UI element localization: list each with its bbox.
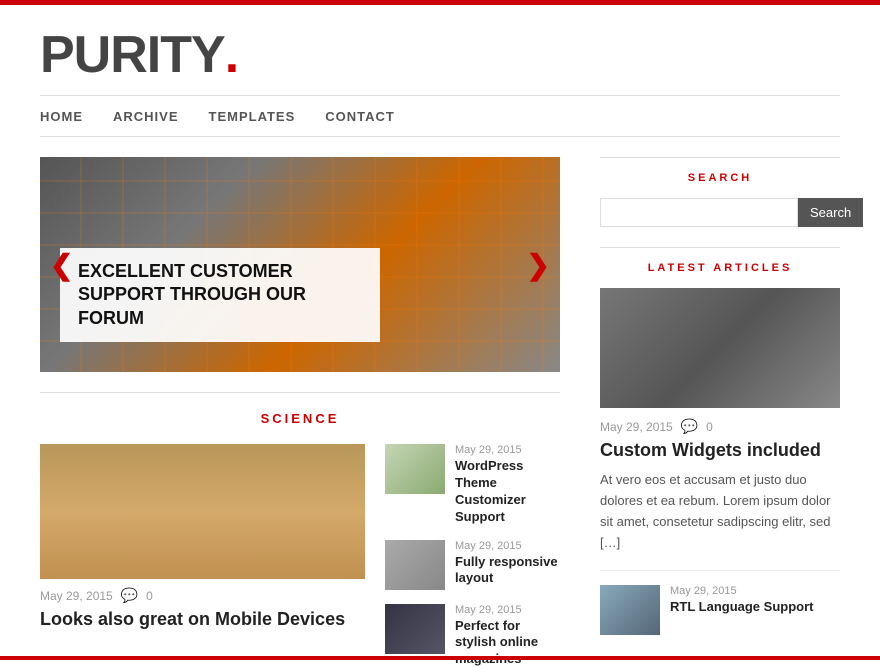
featured-article-image [40, 444, 365, 579]
sidebar-main-article-title[interactable]: Custom Widgets included [600, 439, 840, 462]
search-input[interactable] [600, 198, 798, 227]
search-button[interactable]: Search [798, 198, 863, 227]
list-item: May 29, 2015 Fully responsive layout [385, 540, 560, 590]
sidebar-small-article-title[interactable]: RTL Language Support [670, 599, 840, 616]
list-article-title-0[interactable]: WordPress Theme Customizer Support [455, 458, 560, 526]
sidebar-main-article-excerpt: At vero eos et accusam et justo duo dolo… [600, 470, 840, 553]
list-article-title-1[interactable]: Fully responsive layout [455, 554, 560, 588]
list-item: May 29, 2015 WordPress Theme Customizer … [385, 444, 560, 526]
featured-article-title[interactable]: Looks also great on Mobile Devices [40, 608, 365, 631]
site-header: PURITY. [40, 5, 840, 95]
featured-comment-count: 0 [146, 589, 153, 603]
main-content: EXCELLENT CUSTOMER SUPPORT THROUGH OUR F… [40, 157, 560, 668]
list-article-content-1: May 29, 2015 Fully responsive layout [455, 540, 560, 588]
list-img-bg-0 [385, 444, 445, 494]
articles-grid: May 29, 2015 💬 0 Looks also great on Mob… [40, 444, 560, 668]
nav-templates[interactable]: TEMPLATES [209, 109, 296, 124]
list-img-bg-1 [385, 540, 445, 590]
sidebar-comment-count: 0 [706, 420, 713, 434]
featured-article-date: May 29, 2015 [40, 589, 113, 603]
sidebar-main-article-image [600, 288, 840, 408]
search-section-title: SEARCH [600, 157, 840, 184]
list-article-image-0 [385, 444, 445, 494]
sidebar-small-img-bg [600, 585, 660, 635]
list-article-image-2 [385, 604, 445, 654]
sidebar-comment-icon: 💬 [681, 418, 698, 435]
list-article-title-2[interactable]: Perfect for stylish online magazines [455, 618, 560, 668]
list-article-content-0: May 29, 2015 WordPress Theme Customizer … [455, 444, 560, 526]
search-form: Search [600, 198, 840, 227]
main-nav: HOME ARCHIVE TEMPLATES CONTACT [40, 95, 840, 137]
sidebar-img-background [600, 288, 840, 408]
bottom-red-bar [0, 656, 880, 660]
latest-articles-title: LATEST ARTICLES [600, 247, 840, 274]
sidebar-small-article-image [600, 585, 660, 635]
list-article-date-1: May 29, 2015 [455, 540, 560, 552]
sidebar: SEARCH Search LATEST ARTICLES May 29, 20… [600, 157, 840, 668]
site-title: PURITY [40, 26, 225, 84]
hero-caption-text: EXCELLENT CUSTOMER SUPPORT THROUGH OUR F… [78, 260, 362, 330]
list-article-date-2: May 29, 2015 [455, 604, 560, 616]
list-img-bg-2 [385, 604, 445, 654]
nav-contact[interactable]: CONTACT [325, 109, 395, 124]
comment-bubble-icon: 💬 [121, 587, 138, 604]
featured-img-background [40, 444, 365, 579]
hero-slide: EXCELLENT CUSTOMER SUPPORT THROUGH OUR F… [40, 157, 560, 372]
section-title: SCIENCE [40, 392, 560, 426]
sidebar-main-article-date: May 29, 2015 [600, 420, 673, 434]
slider-next-button[interactable]: ❯ [527, 248, 550, 281]
sidebar-small-article-content: May 29, 2015 RTL Language Support [670, 585, 840, 616]
hero-slider: EXCELLENT CUSTOMER SUPPORT THROUGH OUR F… [40, 157, 560, 372]
content-wrapper: EXCELLENT CUSTOMER SUPPORT THROUGH OUR F… [40, 137, 840, 668]
site-title-dot: . [225, 26, 239, 84]
slider-prev-button[interactable]: ❮ [50, 248, 73, 281]
sidebar-small-article: May 29, 2015 RTL Language Support [600, 570, 840, 635]
sidebar-main-article-meta: May 29, 2015 💬 0 [600, 418, 840, 435]
nav-archive[interactable]: ARCHIVE [113, 109, 179, 124]
sidebar-small-article-date: May 29, 2015 [670, 585, 840, 597]
nav-home[interactable]: HOME [40, 109, 83, 124]
list-article-date-0: May 29, 2015 [455, 444, 560, 456]
hero-caption: EXCELLENT CUSTOMER SUPPORT THROUGH OUR F… [60, 248, 380, 342]
list-article-image-1 [385, 540, 445, 590]
featured-article-meta: May 29, 2015 💬 0 [40, 587, 365, 604]
featured-article: May 29, 2015 💬 0 Looks also great on Mob… [40, 444, 365, 668]
articles-list: May 29, 2015 WordPress Theme Customizer … [385, 444, 560, 668]
